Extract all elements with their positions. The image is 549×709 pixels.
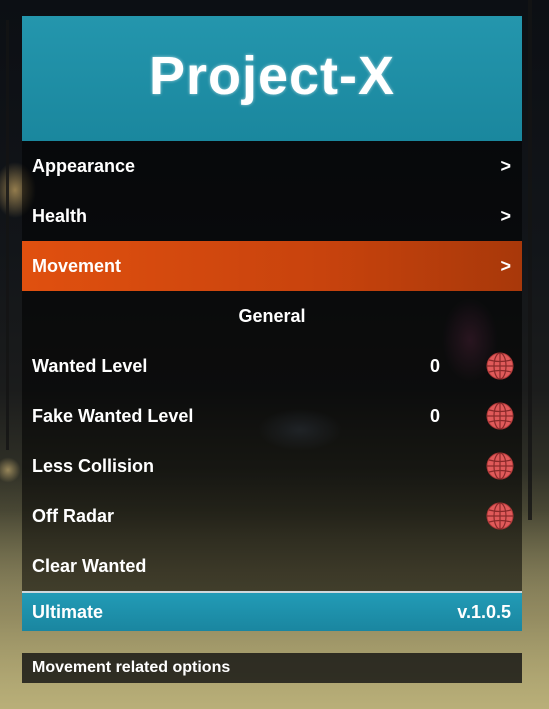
menu-item-appearance[interactable]: Appearance > [22,141,522,191]
menu-footer: Ultimate v.1.0.5 [22,591,522,631]
globe-toggle-icon[interactable] [486,402,514,430]
option-clear-wanted[interactable]: Clear Wanted [22,541,522,591]
option-label: Clear Wanted [32,555,147,576]
option-value: 0 [429,355,440,376]
menu-title: Project-X [148,45,396,106]
trainer-menu: Project-X Appearance > Health > Movement… [22,16,522,631]
option-value: 0 [429,405,440,426]
option-label: Less Collision [32,455,155,476]
submenu-arrow-icon: > [500,155,511,176]
globe-toggle-icon[interactable] [486,502,514,530]
menu-item-label: Appearance [32,155,136,176]
menu-item-label: Movement [32,255,122,276]
game-scene-background: Project-X Appearance > Health > Movement… [0,0,549,709]
option-off-radar[interactable]: Off Radar [22,491,522,541]
section-header-general: General [22,291,522,341]
menu-item-health[interactable]: Health > [22,191,522,241]
option-fake-wanted-level[interactable]: Fake Wanted Level 0 [22,391,522,441]
menu-item-movement[interactable]: Movement > [22,241,522,291]
option-label: Wanted Level [32,355,148,376]
submenu-arrow-icon: > [500,205,511,226]
menu-rows: Appearance > Health > Movement > General… [22,141,522,591]
globe-toggle-icon[interactable] [486,352,514,380]
menu-banner: Project-X [22,16,522,141]
section-header-label: General [238,305,306,326]
option-description-text: Movement related options [32,659,231,676]
submenu-arrow-icon: > [500,255,511,276]
footer-version-label: v.1.0.5 [457,601,511,622]
globe-toggle-icon[interactable] [486,452,514,480]
option-wanted-level[interactable]: Wanted Level 0 [22,341,522,391]
option-less-collision[interactable]: Less Collision [22,441,522,491]
menu-item-label: Health [32,205,88,226]
option-label: Fake Wanted Level [32,405,194,426]
street-pole [528,0,532,520]
option-label: Off Radar [32,505,115,526]
option-description-box: Movement related options [22,653,522,683]
footer-edition-label: Ultimate [32,601,104,622]
street-pole [6,20,9,450]
